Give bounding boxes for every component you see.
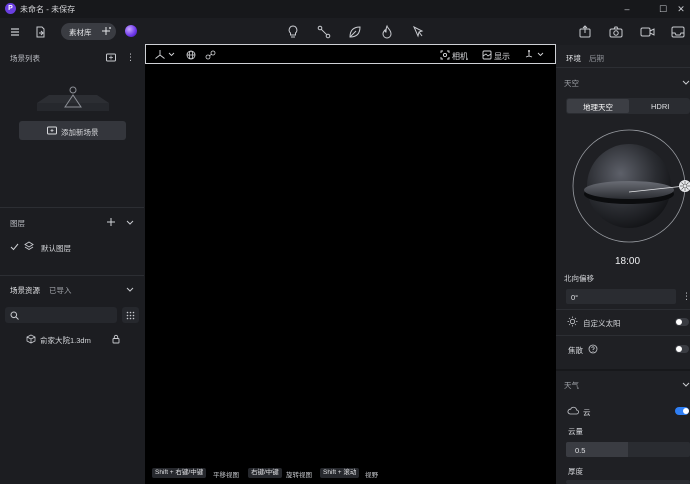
sparkle-icon[interactable] xyxy=(101,26,112,37)
share-export-icon[interactable] xyxy=(576,23,594,41)
thickness-label: 厚度 xyxy=(568,467,583,476)
inbox-icon[interactable] xyxy=(669,23,687,41)
search-icon xyxy=(10,311,19,320)
add-layer-icon[interactable] xyxy=(106,217,116,227)
video-icon[interactable] xyxy=(638,23,656,41)
display-menu-label[interactable]: 显示 xyxy=(494,51,510,62)
sun-icon xyxy=(567,316,578,327)
caustics-label: 焦散 xyxy=(568,346,583,355)
cloud-amount-label: 云量 xyxy=(568,427,583,436)
window-title: 未命名 - 未保存 xyxy=(20,5,76,14)
sun-handle-icon[interactable] xyxy=(679,180,690,192)
asset-item-label[interactable]: 俞家大院1.3dm xyxy=(40,335,91,346)
app-logo: P xyxy=(5,3,16,14)
toggle-knob xyxy=(683,408,689,414)
cloud-icon xyxy=(567,406,579,415)
minimize-button[interactable]: – xyxy=(620,2,634,16)
thickness-slider[interactable] xyxy=(566,480,690,484)
display-icon[interactable] xyxy=(482,50,492,60)
divider xyxy=(556,309,690,310)
tab-environment[interactable]: 环境 xyxy=(566,53,581,64)
divider xyxy=(556,67,690,68)
navigation-mode-icon[interactable] xyxy=(524,49,546,60)
layers-title: 图层 xyxy=(10,219,25,228)
camera-icon[interactable] xyxy=(607,23,625,41)
toggle-knob xyxy=(676,319,682,325)
camera-menu-label[interactable]: 相机 xyxy=(452,51,468,62)
toggle-knob xyxy=(676,346,682,352)
ai-orb-icon[interactable] xyxy=(125,25,137,37)
maximize-button[interactable]: ☐ xyxy=(656,2,670,16)
tab-post-processing[interactable]: 后期 xyxy=(589,53,604,64)
flame-icon[interactable] xyxy=(378,23,396,41)
scene-list-title: 场景列表 xyxy=(10,54,40,63)
hint-key: 右键/中键 xyxy=(248,468,282,478)
layers-icon xyxy=(24,241,34,251)
grid-icon xyxy=(126,311,135,320)
north-offset-field[interactable] xyxy=(566,289,676,304)
assets-library-label: 素材库 xyxy=(69,28,92,37)
sky-mode-geo[interactable]: 地理天空 xyxy=(583,102,613,113)
sun-position-dome[interactable] xyxy=(568,128,690,248)
location-path-icon[interactable] xyxy=(205,50,216,60)
scene-placeholder-icon xyxy=(27,85,119,115)
tab-imported[interactable]: 已导入 xyxy=(49,285,72,296)
chevron-down-icon[interactable] xyxy=(682,381,690,388)
sky-section-title: 天空 xyxy=(564,79,579,88)
north-offset-label: 北向偏移 xyxy=(564,274,594,283)
tab-scene-assets[interactable]: 场景资源 xyxy=(10,285,40,296)
close-button[interactable]: ✕ xyxy=(674,2,688,16)
file-export-icon[interactable] xyxy=(31,23,49,41)
more-options-icon[interactable]: ⋮ xyxy=(682,291,690,302)
hint-key: Shift + 右键/中键 xyxy=(152,468,207,478)
hint-key: Shift + 滚动 xyxy=(320,468,360,478)
cloud-label: 云 xyxy=(583,408,591,417)
hint-action: 旋转视图 xyxy=(286,472,312,479)
custom-sun-label: 自定义太阳 xyxy=(583,319,621,328)
hint-action: 平移视图 xyxy=(213,472,239,479)
sky-mode-hdri[interactable]: HDRI xyxy=(651,102,669,111)
divider xyxy=(556,335,690,336)
layer-item-label[interactable]: 默认图层 xyxy=(41,243,71,254)
help-icon[interactable] xyxy=(588,344,598,354)
leaf-icon[interactable] xyxy=(346,23,364,41)
axis-gizmo-icon[interactable] xyxy=(154,49,176,60)
globe-icon[interactable] xyxy=(186,50,196,60)
chevron-down-icon[interactable] xyxy=(126,286,134,293)
check-icon[interactable] xyxy=(10,242,19,251)
time-readout: 18:00 xyxy=(615,256,641,267)
cube-icon xyxy=(26,334,36,344)
light-bulb-icon[interactable] xyxy=(284,23,302,41)
section-separator xyxy=(556,369,690,371)
cloud-amount-value: 0.5 xyxy=(575,446,586,455)
asset-search-input[interactable] xyxy=(5,307,117,323)
select-cursor-icon[interactable] xyxy=(409,23,427,41)
weather-section-title: 天气 xyxy=(564,381,579,390)
add-image-icon[interactable] xyxy=(106,53,116,62)
title-bar xyxy=(0,0,690,18)
path-nodes-icon[interactable] xyxy=(315,23,333,41)
add-scene-label: 添加新场景 xyxy=(61,128,99,137)
3d-viewport[interactable] xyxy=(145,44,556,484)
add-scene-icon xyxy=(47,126,57,135)
lock-icon[interactable] xyxy=(112,334,120,344)
chevron-down-icon[interactable] xyxy=(682,79,690,86)
menu-icon[interactable] xyxy=(6,23,24,41)
chevron-down-icon[interactable] xyxy=(126,219,134,226)
divider xyxy=(0,275,144,276)
divider xyxy=(0,207,144,208)
more-options-icon[interactable]: ⋮ xyxy=(126,53,135,62)
camera-frame-icon[interactable] xyxy=(440,50,450,60)
north-offset-value: 0° xyxy=(571,293,579,302)
hint-action: 视野 xyxy=(365,472,378,479)
